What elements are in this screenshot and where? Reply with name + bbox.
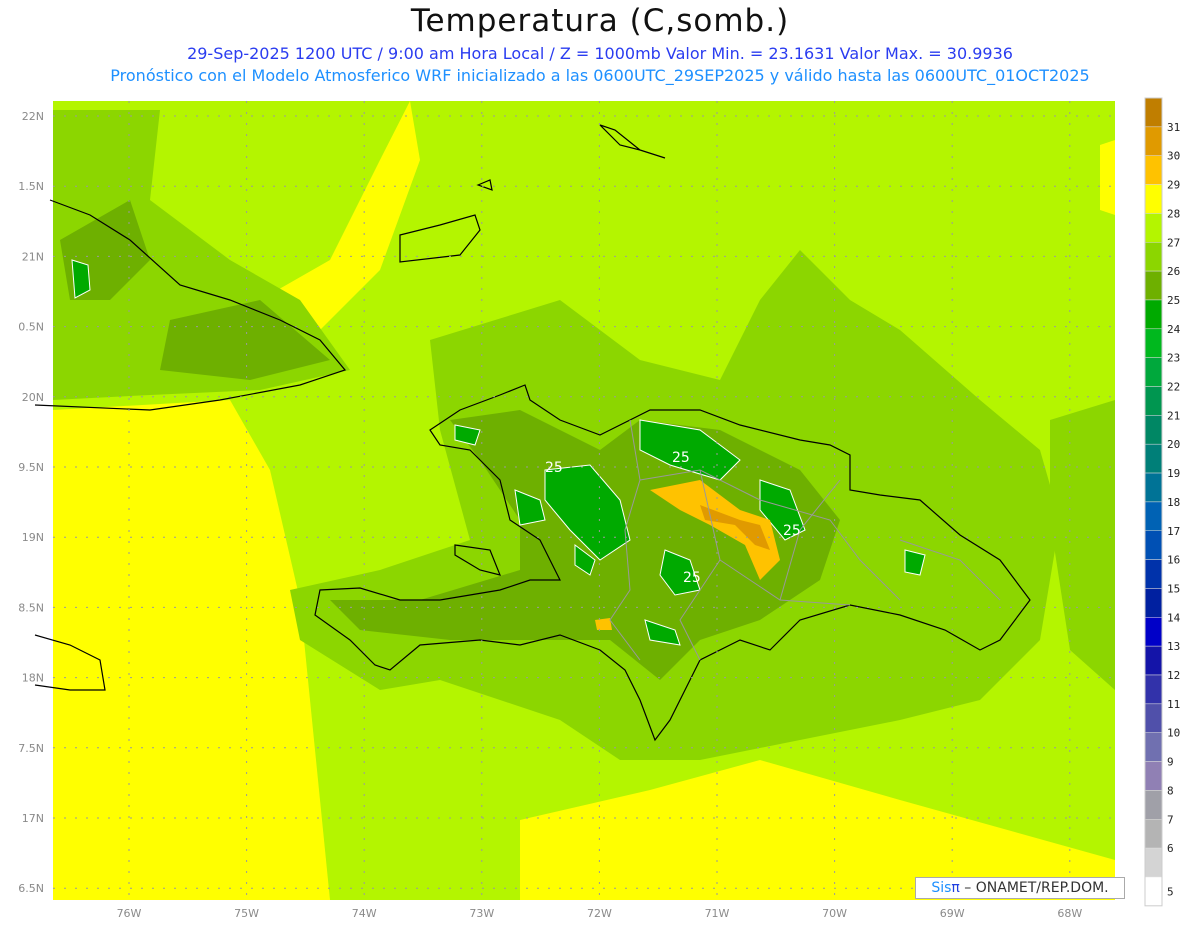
colorbar-swatch [1144, 126, 1163, 156]
colorbar-label: 21 [1167, 409, 1180, 422]
colorbar-swatch [1144, 443, 1163, 474]
colorbar-label: 16 [1167, 554, 1180, 567]
colorbar-label: 23 [1167, 352, 1180, 365]
warm-spot-east [1100, 140, 1115, 215]
colorbar-label: 20 [1167, 438, 1180, 451]
lon-label: 73W [469, 907, 494, 920]
lat-label: 22N [22, 110, 44, 123]
lon-label: 71W [705, 907, 730, 920]
colorbar-label: 12 [1167, 669, 1180, 682]
colorbar-swatch [1144, 184, 1163, 214]
colorbar-swatch [1144, 674, 1163, 705]
colorbar-swatch [1144, 213, 1163, 243]
colorbar-swatch [1144, 242, 1163, 272]
credit-text: – ONAMET/REP.DOM. [959, 880, 1109, 896]
lat-label: 17N [22, 812, 44, 825]
lat-label: 20N [22, 391, 44, 404]
colorbar-label: 22 [1167, 381, 1180, 394]
lon-label: 69W [940, 907, 965, 920]
colorbar-label: 31 [1167, 121, 1180, 134]
credit-box: Sisπ – ONAMET/REP.DOM. [915, 877, 1125, 899]
subtitle-model-info: Pronóstico con el Modelo Atmosferico WRF… [110, 66, 1090, 85]
chart-title: Temperatura (C,somb.) [410, 3, 790, 39]
colorbar-swatch [1144, 415, 1163, 445]
colorbar: 31 30 29 28 27 26 25 24 23 22 21 20 19 18 17 16 15 14 13 12… [1144, 97, 1181, 907]
colorbar-swatch [1144, 559, 1163, 589]
colorbar-label: 15 [1167, 582, 1180, 595]
lat-label: 1.5N [18, 180, 44, 193]
lat-label: 8.5N [18, 601, 44, 614]
colorbar-swatch [1144, 790, 1163, 820]
colorbar-swatch [1144, 847, 1163, 878]
colorbar-label: 14 [1167, 611, 1181, 624]
lon-label: 76W [117, 907, 142, 920]
subtitle-valid-time: 29-Sep-2025 1200 UTC / 9:00 am Hora Loca… [187, 44, 1013, 63]
colorbar-label: 30 [1167, 150, 1180, 163]
colorbar-swatch [1144, 732, 1163, 762]
temperature-map: 76W 75W 74W 73W 72W 71W 70W 69W 68W 22N 1.5N 21N 0.5… [18, 97, 1181, 920]
colorbar-label: 7 [1167, 813, 1174, 826]
colorbar-label: 18 [1167, 496, 1180, 509]
colorbar-label: 10 [1167, 727, 1180, 740]
colorbar-label: 17 [1167, 525, 1180, 538]
colorbar-label: 5 [1167, 885, 1174, 898]
colorbar-swatch [1144, 270, 1163, 301]
colorbar-label: 27 [1167, 236, 1180, 249]
colorbar-swatch [1144, 530, 1163, 560]
colorbar-swatch [1144, 299, 1163, 330]
lat-label: 21N [22, 250, 44, 263]
colorbar-swatch [1144, 588, 1163, 618]
colorbar-swatch [1144, 386, 1163, 416]
credit-logo-pi: π [951, 880, 960, 896]
colorbar-label: 6 [1167, 842, 1174, 855]
lat-label: 6.5N [18, 882, 44, 895]
colorbar-label: 19 [1167, 467, 1180, 480]
colorbar-label: 24 [1167, 323, 1181, 336]
lat-label: 7.5N [18, 742, 44, 755]
lat-label: 0.5N [18, 321, 44, 334]
colorbar-label: 29 [1167, 179, 1180, 192]
lat-label: 19N [22, 531, 44, 544]
colorbar-swatch [1144, 328, 1163, 358]
map-field [53, 101, 1115, 900]
colorbar-swatch [1144, 876, 1163, 907]
lat-label: 9.5N [18, 461, 44, 474]
colorbar-label: 11 [1167, 698, 1180, 711]
colorbar-swatch [1144, 357, 1163, 387]
colorbar-swatch [1144, 155, 1163, 185]
credit-logo-sis: Sis [931, 880, 952, 896]
colorbar-swatch [1144, 703, 1163, 733]
colorbar-swatch [1144, 761, 1163, 791]
colorbar-label: 26 [1167, 265, 1180, 278]
lon-label: 72W [587, 907, 612, 920]
colorbar-label: 28 [1167, 207, 1180, 220]
colorbar-swatch [1144, 645, 1163, 676]
colorbar-swatch [1144, 472, 1163, 503]
lon-label: 74W [352, 907, 377, 920]
colorbar-swatch [1144, 97, 1163, 128]
contour-label: 25 [545, 460, 563, 476]
colorbar-swatch [1144, 819, 1163, 849]
lon-label: 70W [822, 907, 847, 920]
colorbar-label: 25 [1167, 294, 1180, 307]
colorbar-label: 8 [1167, 784, 1174, 797]
lat-label: 18N [22, 672, 44, 685]
colorbar-label: 9 [1167, 756, 1174, 769]
lon-label: 75W [234, 907, 259, 920]
contour-label: 25 [672, 450, 690, 466]
contour-label: 25 [783, 523, 801, 539]
colorbar-swatch [1144, 617, 1163, 647]
colorbar-swatch [1144, 501, 1163, 531]
contour-label: 25 [683, 570, 701, 586]
lon-label: 68W [1057, 907, 1082, 920]
colorbar-label: 13 [1167, 640, 1180, 653]
